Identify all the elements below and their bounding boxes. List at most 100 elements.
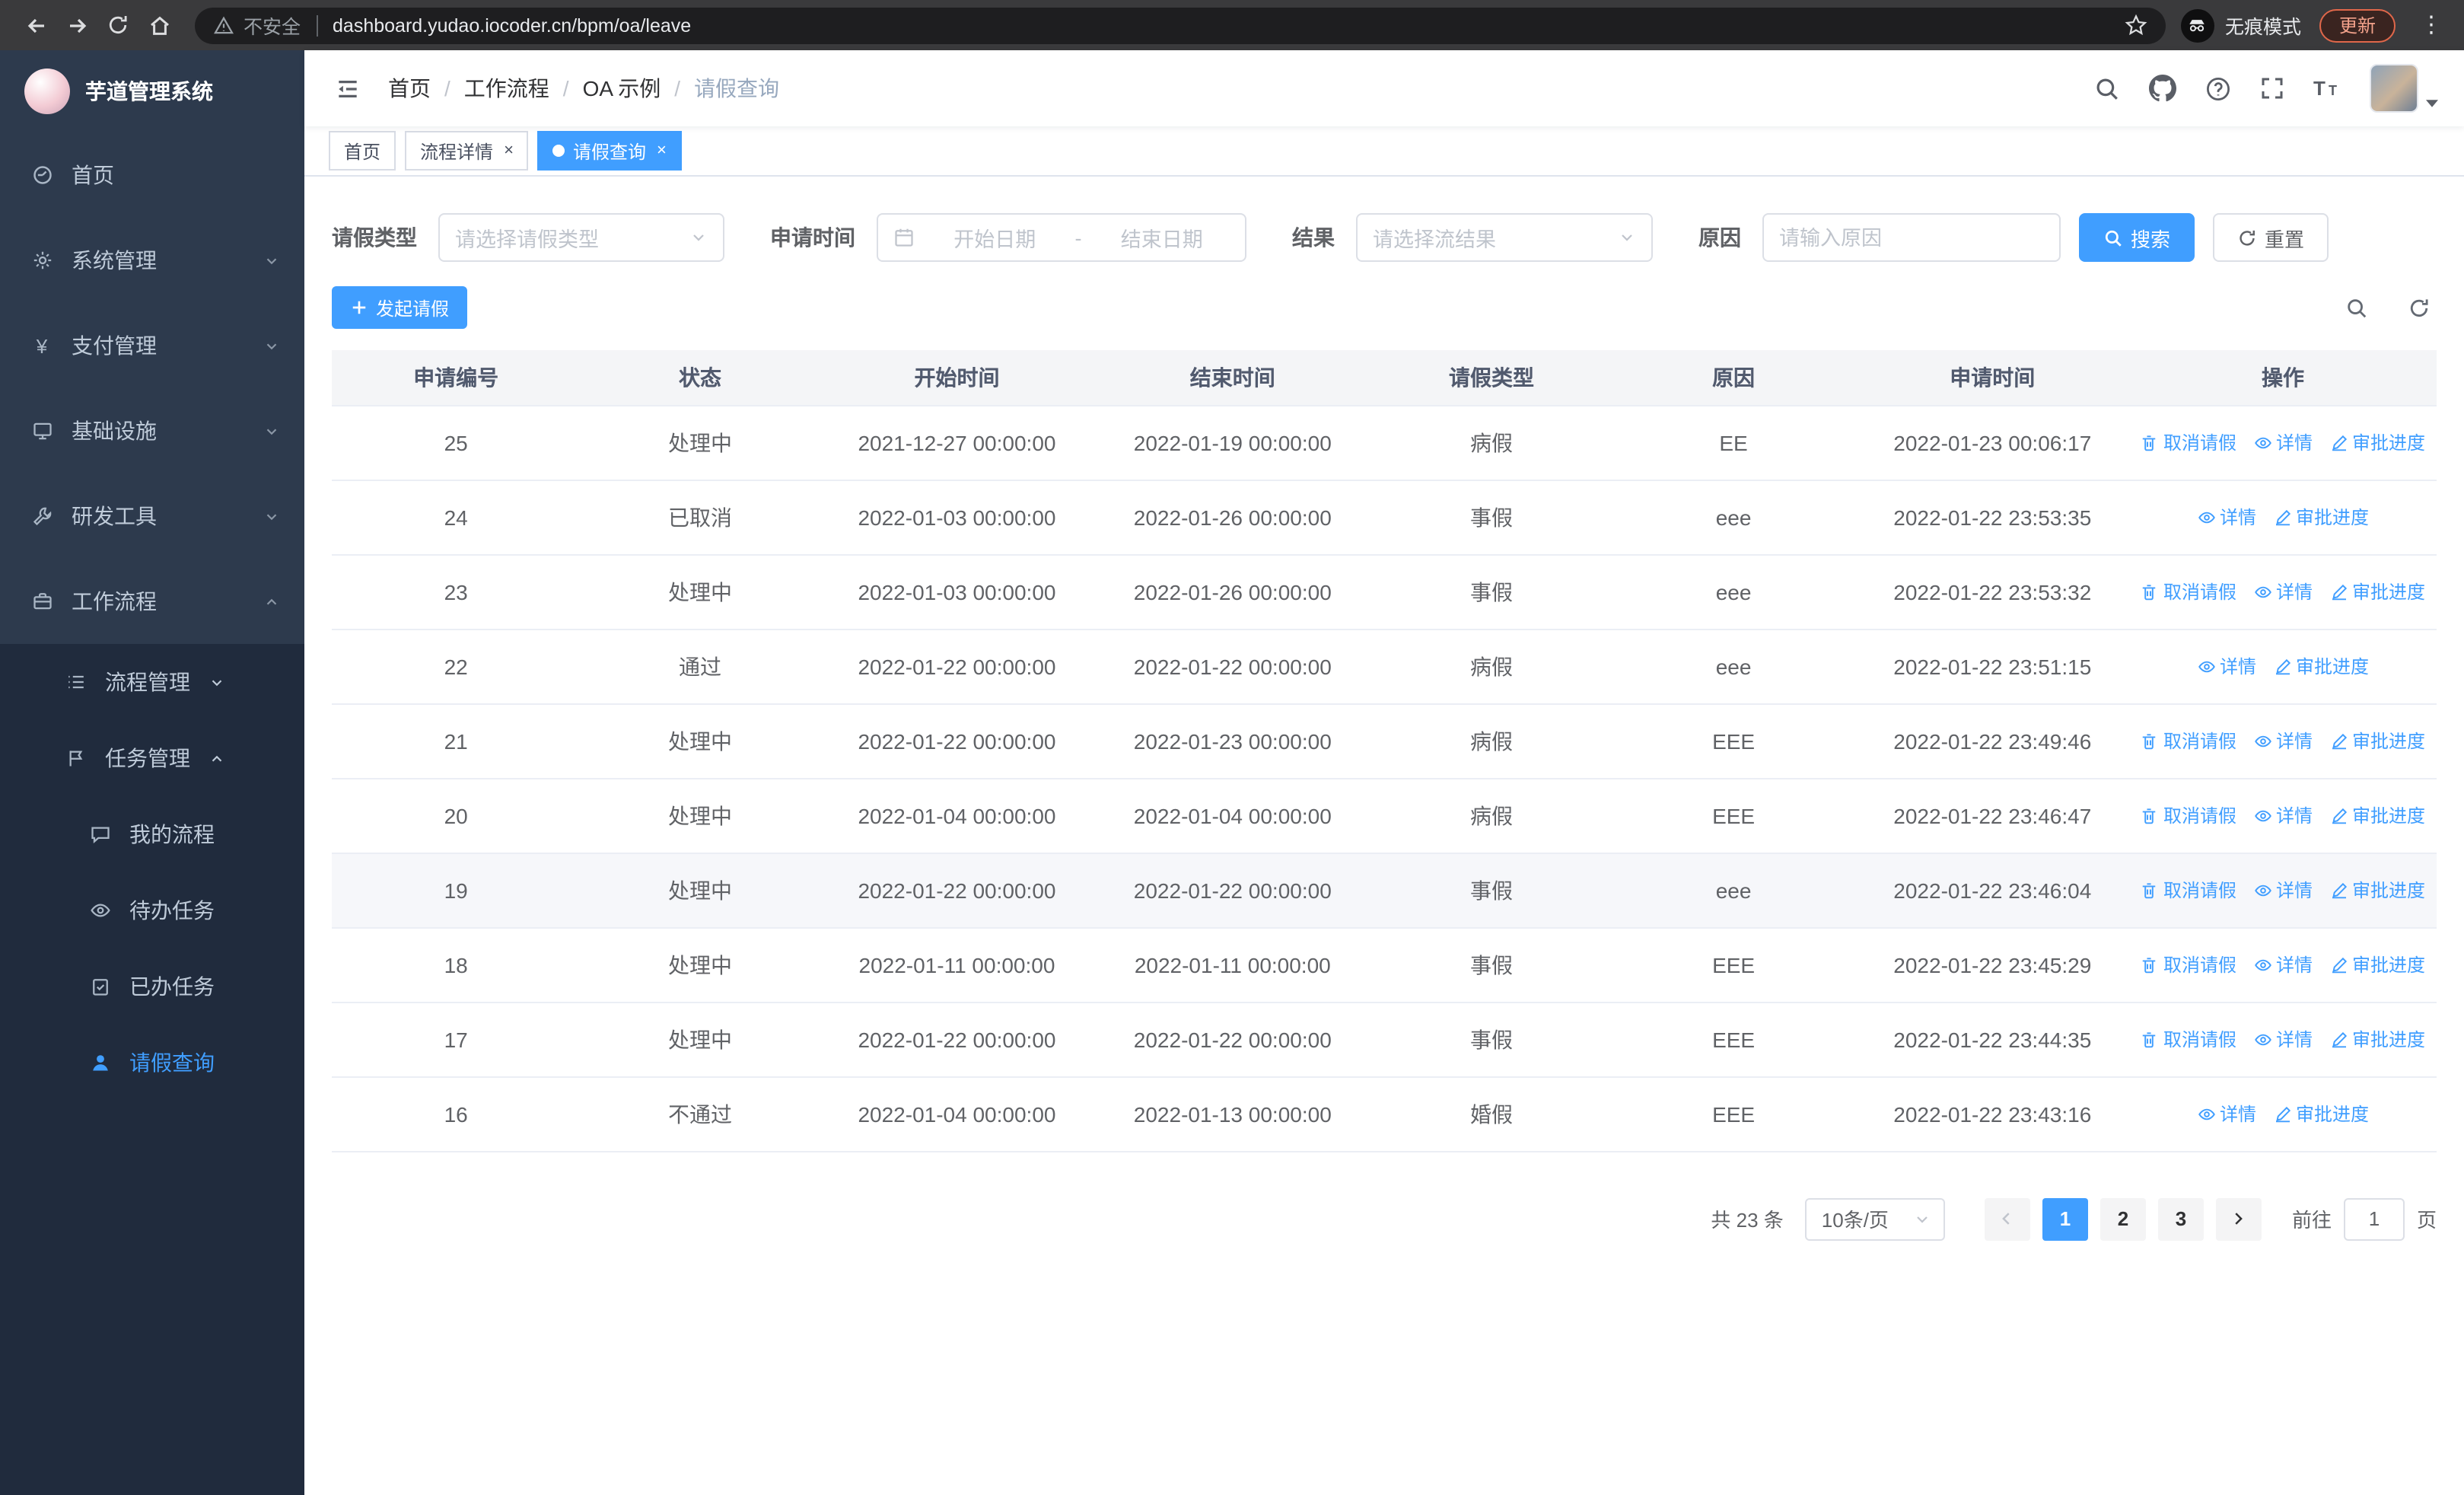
tab-leave-query[interactable]: 请假查询 ×	[537, 131, 682, 171]
approval-progress-link[interactable]: 审批进度	[2329, 1026, 2425, 1052]
chevron-up-icon	[209, 750, 225, 767]
reset-button[interactable]: 重置	[2213, 213, 2329, 262]
sidebar-item-workflow[interactable]: 工作流程	[0, 559, 304, 644]
table-row: 21 处理中 2022-01-22 00:00:00 2022-01-23 00:00…	[332, 703, 2437, 779]
help-icon[interactable]	[2205, 75, 2231, 101]
refresh-table-icon[interactable]	[2408, 296, 2431, 319]
browser-reload-button[interactable]	[97, 5, 138, 46]
column-header: 请假类型	[1371, 350, 1612, 406]
approval-progress-link[interactable]: 审批进度	[2273, 1101, 2369, 1127]
logo-avatar	[24, 69, 70, 114]
search-button[interactable]: 搜索	[2079, 213, 2195, 262]
browser-back-button[interactable]	[15, 5, 56, 46]
approval-progress-link[interactable]: 审批进度	[2329, 579, 2425, 604]
tab-home[interactable]: 首页	[329, 131, 396, 171]
sidebar-toggle-icon[interactable]	[329, 69, 367, 107]
browser-menu-icon[interactable]: ⋮	[2414, 14, 2449, 37]
cancel-leave-link[interactable]: 取消请假	[2141, 877, 2236, 903]
user-avatar-menu[interactable]	[2370, 64, 2440, 113]
column-header: 开始时间	[820, 350, 1094, 406]
tab-process-detail[interactable]: 流程详情 ×	[405, 131, 529, 171]
filter-form: 请假类型 请选择请假类型 申请时间 开始日期 - 结束日期 结果 请选择流结果 …	[332, 213, 2437, 262]
toggle-search-icon[interactable]	[2345, 296, 2368, 319]
incognito-indicator: 无痕模式	[2180, 8, 2301, 42]
table-body: 25 处理中 2021-12-27 00:00:00 2022-01-19 00:00…	[332, 405, 2437, 1152]
sidebar-item-my-processes[interactable]: 我的流程	[0, 796, 304, 872]
sidebar-item-done-tasks[interactable]: 已办任务	[0, 948, 304, 1025]
detail-link[interactable]: 详情	[2253, 802, 2313, 828]
close-icon[interactable]: ×	[657, 142, 667, 159]
cancel-leave-link[interactable]: 取消请假	[2141, 429, 2236, 455]
approval-progress-link[interactable]: 审批进度	[2273, 504, 2369, 530]
leave-type-select[interactable]: 请选择请假类型	[438, 213, 724, 262]
browser-forward-button[interactable]	[56, 5, 97, 46]
user-avatar	[2370, 64, 2418, 113]
detail-link[interactable]: 详情	[2197, 504, 2256, 530]
browser-home-button[interactable]	[138, 5, 180, 46]
table-header-row: 申请编号 状态 开始时间 结束时间 请假类型 原因 申请时间 操作	[332, 350, 2437, 406]
approval-progress-link[interactable]: 审批进度	[2273, 653, 2369, 679]
table-row: 24 已取消 2022-01-03 00:00:00 2022-01-26 00:00…	[332, 480, 2437, 555]
approval-progress-link[interactable]: 审批进度	[2329, 728, 2425, 754]
page-button-1[interactable]: 1	[2042, 1197, 2088, 1240]
table-toolbar: 发起请假	[332, 286, 2437, 329]
app-logo[interactable]: 芋道管理系统	[0, 50, 304, 132]
sidebar-item-process-management[interactable]: 流程管理	[0, 644, 304, 720]
detail-link[interactable]: 详情	[2253, 952, 2313, 977]
sidebar-item-system[interactable]: 系统管理	[0, 218, 304, 303]
next-page-button[interactable]	[2215, 1197, 2262, 1240]
result-select[interactable]: 请选择流结果	[1356, 213, 1653, 262]
sidebar-item-home[interactable]: 首页	[0, 132, 304, 218]
goto-page-input[interactable]	[2343, 1197, 2405, 1240]
breadcrumb: 首页 / 工作流程 / OA 示例 / 请假查询	[388, 73, 779, 104]
header-search-icon[interactable]	[2094, 75, 2120, 101]
approval-progress-link[interactable]: 审批进度	[2329, 802, 2425, 828]
tags-view: 首页 流程详情 × 请假查询 ×	[304, 126, 2464, 177]
chevron-down-icon	[1618, 228, 1636, 247]
apply-time-range-picker[interactable]: 开始日期 - 结束日期	[877, 213, 1246, 262]
table-row: 22 通过 2022-01-22 00:00:00 2022-01-22 00:00:…	[332, 629, 2437, 704]
sidebar-item-payment[interactable]: ¥ 支付管理	[0, 303, 304, 388]
detail-link[interactable]: 详情	[2253, 579, 2313, 604]
cancel-leave-link[interactable]: 取消请假	[2141, 952, 2236, 977]
sidebar-item-devtools[interactable]: 研发工具	[0, 473, 304, 559]
detail-link[interactable]: 详情	[2253, 1026, 2313, 1052]
create-leave-button[interactable]: 发起请假	[332, 286, 468, 329]
cancel-leave-link[interactable]: 取消请假	[2141, 802, 2236, 828]
reason-label: 原因	[1698, 225, 1741, 250]
cancel-leave-link[interactable]: 取消请假	[2141, 579, 2236, 604]
detail-link[interactable]: 详情	[2253, 429, 2313, 455]
font-size-icon[interactable]: TT	[2313, 76, 2341, 100]
browser-update-button[interactable]: 更新	[2319, 8, 2396, 42]
sidebar-item-todo-tasks[interactable]: 待办任务	[0, 872, 304, 948]
bookmark-star-icon[interactable]	[2125, 14, 2147, 37]
github-icon[interactable]	[2149, 75, 2176, 102]
detail-link[interactable]: 详情	[2197, 1101, 2256, 1127]
approval-progress-link[interactable]: 审批进度	[2329, 877, 2425, 903]
sidebar-item-task-management[interactable]: 任务管理	[0, 720, 304, 796]
breadcrumb-workflow[interactable]: 工作流程	[464, 73, 549, 104]
detail-link[interactable]: 详情	[2253, 877, 2313, 903]
sidebar-item-infrastructure[interactable]: 基础设施	[0, 388, 304, 473]
prev-page-button[interactable]	[1984, 1197, 2030, 1240]
top-navbar: 首页 / 工作流程 / OA 示例 / 请假查询 T T	[304, 50, 2464, 126]
sidebar-item-leave-query[interactable]: 请假查询	[0, 1025, 304, 1101]
address-bar[interactable]: 不安全 dashboard.yudao.iocoder.cn/bpm/oa/le…	[195, 7, 2166, 43]
fullscreen-icon[interactable]	[2260, 76, 2284, 100]
reason-input-wrap	[1762, 213, 2061, 262]
breadcrumb-oa-example[interactable]: OA 示例	[583, 73, 661, 104]
cancel-leave-link[interactable]: 取消请假	[2141, 1026, 2236, 1052]
breadcrumb-home[interactable]: 首页	[388, 73, 431, 104]
page-size-select[interactable]: 10条/页	[1804, 1197, 1945, 1240]
main-area: 首页 / 工作流程 / OA 示例 / 请假查询 T T 首页 流程详情 × 请…	[304, 50, 2464, 1495]
browser-toolbar: 不安全 dashboard.yudao.iocoder.cn/bpm/oa/le…	[0, 0, 2464, 50]
approval-progress-link[interactable]: 审批进度	[2329, 429, 2425, 455]
approval-progress-link[interactable]: 审批进度	[2329, 952, 2425, 977]
detail-link[interactable]: 详情	[2253, 728, 2313, 754]
detail-link[interactable]: 详情	[2197, 653, 2256, 679]
page-button-2[interactable]: 2	[2099, 1197, 2146, 1240]
cancel-leave-link[interactable]: 取消请假	[2141, 728, 2236, 754]
page-button-3[interactable]: 3	[2157, 1197, 2204, 1240]
close-icon[interactable]: ×	[504, 142, 514, 159]
reason-input[interactable]	[1779, 226, 2044, 249]
